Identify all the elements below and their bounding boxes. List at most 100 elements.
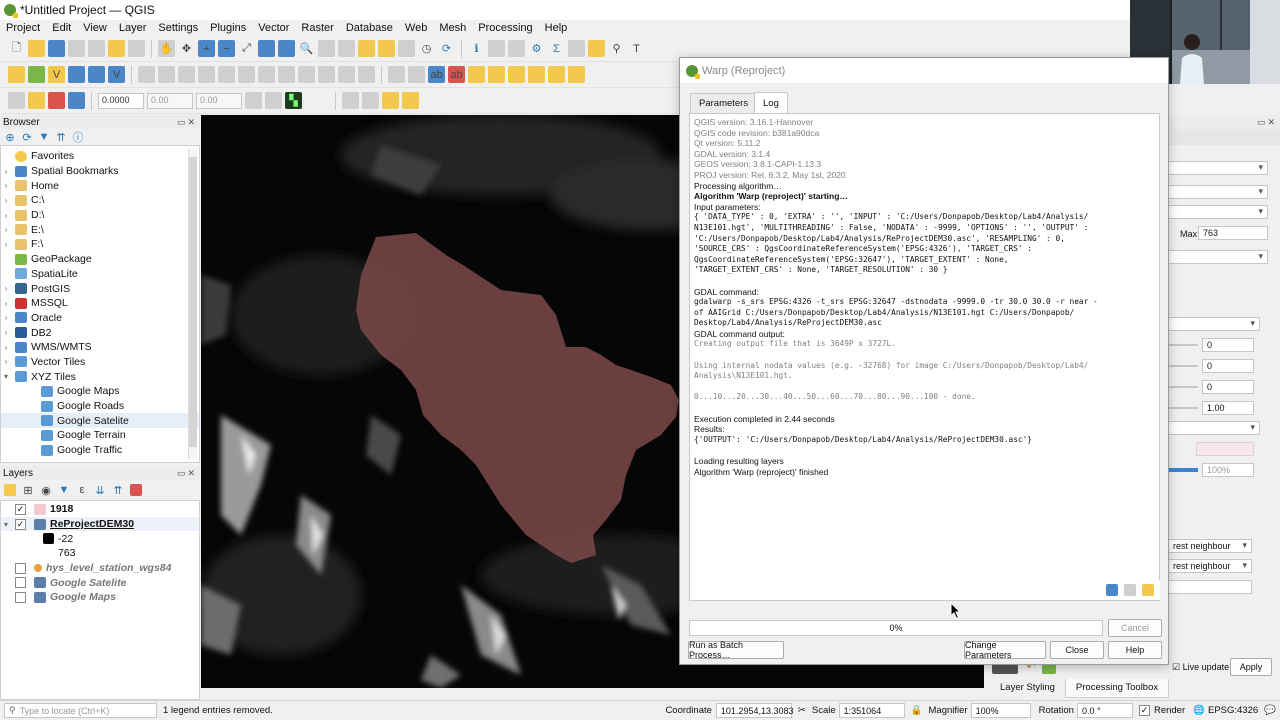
zoom-full-icon[interactable]: ⤢: [238, 40, 255, 57]
open-project-icon[interactable]: [28, 40, 45, 57]
zoom-in-icon[interactable]: +: [198, 40, 215, 57]
pan-to-selection-icon[interactable]: ✥: [178, 40, 195, 57]
opacity-slider[interactable]: [1168, 468, 1198, 472]
zoom-last-icon[interactable]: [318, 40, 335, 57]
new-print-layout-icon[interactable]: [88, 40, 105, 57]
oversampling-input[interactable]: [1168, 580, 1252, 594]
layer-item[interactable]: Google Maps: [1, 590, 199, 605]
layer-visibility-checkbox[interactable]: ✓: [15, 518, 26, 530]
menu-mesh[interactable]: Mesh: [433, 22, 472, 34]
saturation-input[interactable]: 0: [1202, 380, 1254, 394]
menu-web[interactable]: Web: [399, 22, 433, 34]
browser-item[interactable]: › Home: [1, 178, 199, 193]
trace-icon[interactable]: [28, 92, 45, 109]
attribute-table-icon[interactable]: [508, 40, 525, 57]
expand-all-icon[interactable]: ⇊: [94, 484, 106, 497]
label-tool-icon[interactable]: [388, 66, 405, 83]
menu-plugins[interactable]: Plugins: [204, 22, 252, 34]
run-as-batch-button[interactable]: Run as Batch Process…: [688, 640, 784, 660]
annotation-icon[interactable]: [382, 92, 399, 109]
open-data-source-manager-icon[interactable]: [8, 66, 25, 83]
copy-move-icon[interactable]: [245, 92, 262, 109]
pan-icon[interactable]: ✋: [158, 40, 175, 57]
menu-vector[interactable]: Vector: [252, 22, 295, 34]
raster-calculator-icon[interactable]: ▚: [285, 92, 302, 109]
show-bookmarks-icon[interactable]: [398, 40, 415, 57]
locator-input[interactable]: ⚲ Type to locate (Ctrl+K): [4, 703, 157, 718]
statistics-icon[interactable]: Σ: [548, 40, 565, 57]
tab-layer-styling[interactable]: Layer Styling: [990, 679, 1065, 698]
min-max-dropdown[interactable]: [1168, 250, 1268, 264]
new-project-icon[interactable]: 🗋: [8, 40, 25, 57]
offset-y-input[interactable]: 0.00: [196, 92, 242, 109]
locate-icon[interactable]: ⚲: [608, 40, 625, 57]
opacity-input[interactable]: 100%: [1202, 463, 1254, 477]
zoom-native-icon[interactable]: 🔍: [298, 40, 315, 57]
add-feature-icon[interactable]: [218, 66, 235, 83]
render-checkbox[interactable]: ✓: [1138, 705, 1150, 716]
browser-item[interactable]: › Spatial Bookmarks: [1, 164, 199, 179]
expand-arrow-icon[interactable]: ›: [1, 240, 11, 249]
gamma-input[interactable]: 1.00: [1202, 401, 1254, 415]
browser-item[interactable]: › DB2: [1, 325, 199, 340]
menu-layer[interactable]: Layer: [113, 22, 153, 34]
zoomed-in-resampling-dropdown[interactable]: rest neighbour: [1168, 539, 1252, 553]
new-spatialite-icon[interactable]: [68, 66, 85, 83]
delete-selected-icon[interactable]: [258, 66, 275, 83]
layer-item[interactable]: -22: [1, 531, 199, 546]
band-dropdown[interactable]: [1168, 205, 1268, 219]
expand-arrow-icon[interactable]: ›: [1, 167, 11, 176]
label-move-icon[interactable]: [468, 66, 485, 83]
zoom-next-icon[interactable]: [338, 40, 355, 57]
browser-item[interactable]: Google Traffic: [1, 443, 199, 458]
grayscale-dropdown[interactable]: [1168, 421, 1260, 435]
rotation-value-input[interactable]: 0.0000: [98, 92, 144, 109]
label-rotate-icon[interactable]: [488, 66, 505, 83]
layer-item[interactable]: Google Satelite: [1, 575, 199, 590]
panel-controls[interactable]: ▭✕: [177, 468, 200, 479]
tab-parameters[interactable]: Parameters: [690, 93, 758, 113]
browser-item[interactable]: Google Maps: [1, 384, 199, 399]
coordinate-field[interactable]: 101.2954,13.3083: [715, 703, 794, 718]
add-vector-icon[interactable]: V: [108, 66, 125, 83]
menu-edit[interactable]: Edit: [46, 22, 77, 34]
scale-field[interactable]: 1:351064: [838, 703, 905, 718]
manage-themes-icon[interactable]: ◉: [40, 484, 52, 497]
max-value-input[interactable]: 763: [1198, 226, 1268, 240]
browser-item[interactable]: › MSSQL: [1, 296, 199, 311]
measure-icon[interactable]: [568, 40, 585, 57]
contrast-input[interactable]: 0: [1202, 359, 1254, 373]
coordinate-mode-icon[interactable]: ✂: [798, 705, 806, 716]
browser-item[interactable]: › E:\: [1, 222, 199, 237]
label-pin-icon[interactable]: [408, 66, 425, 83]
browser-item[interactable]: ▾ XYZ Tiles: [1, 369, 199, 384]
layer-visibility-checkbox[interactable]: [15, 562, 26, 574]
panel-controls[interactable]: ▭✕: [177, 117, 200, 128]
label-change-icon[interactable]: [508, 66, 525, 83]
cut-icon[interactable]: [278, 66, 295, 83]
browser-item[interactable]: SpatiaLite: [1, 267, 199, 282]
magnifier-field[interactable]: 100%: [970, 703, 1031, 718]
clear-log-icon[interactable]: [1142, 584, 1154, 596]
grid-tool-icon[interactable]: [362, 92, 379, 109]
processing-toolbox-icon[interactable]: ⚙: [528, 40, 545, 57]
change-parameters-button[interactable]: Change Parameters: [964, 640, 1046, 660]
style-manager-icon[interactable]: [128, 40, 145, 57]
crs-icon[interactable]: 🌐: [1193, 705, 1205, 716]
label-abc-icon[interactable]: ab: [428, 66, 445, 83]
diagram-move-icon[interactable]: [528, 66, 545, 83]
zoomed-out-resampling-dropdown[interactable]: rest neighbour: [1168, 559, 1252, 573]
menu-help[interactable]: Help: [539, 22, 574, 34]
new-geopackage-icon[interactable]: [28, 66, 45, 83]
blending-dropdown[interactable]: [1168, 317, 1260, 331]
paste-icon[interactable]: [318, 66, 335, 83]
layer-visibility-checkbox[interactable]: [15, 577, 26, 589]
expand-arrow-icon[interactable]: ▾: [1, 520, 11, 529]
apply-button[interactable]: Apply: [1230, 658, 1272, 676]
label-properties-icon[interactable]: [568, 66, 585, 83]
expand-arrow-icon[interactable]: ›: [1, 299, 11, 308]
add-group-icon[interactable]: ⊞: [22, 484, 34, 497]
menu-processing[interactable]: Processing: [472, 22, 538, 34]
menu-settings[interactable]: Settings: [152, 22, 204, 34]
layer-item[interactable]: ✓ 1918: [1, 502, 199, 517]
